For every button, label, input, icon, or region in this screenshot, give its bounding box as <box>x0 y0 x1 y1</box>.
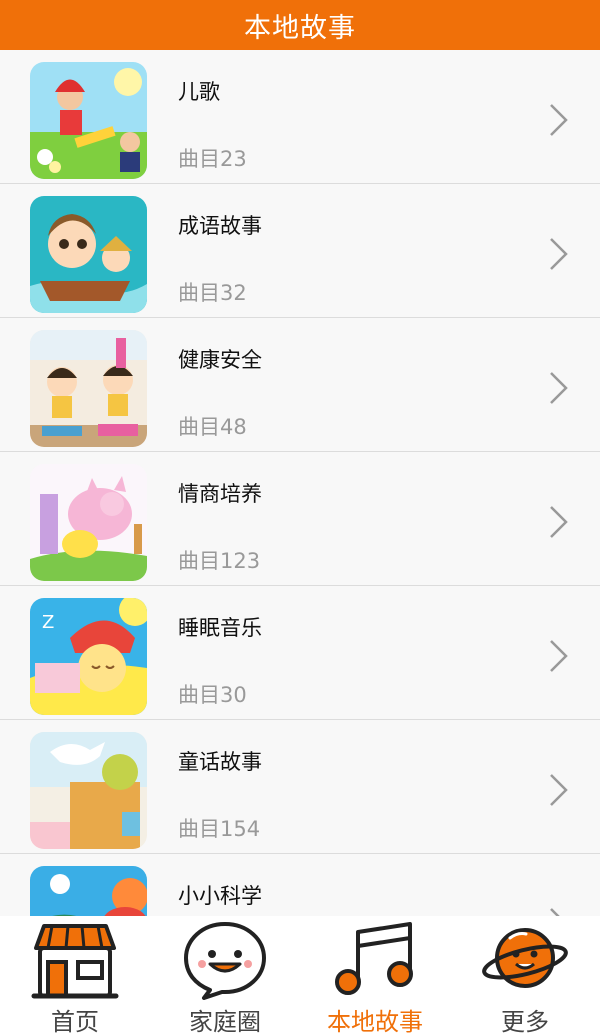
item-count: 曲目23 <box>178 147 247 171</box>
chevron-right-icon <box>550 372 568 404</box>
item-count: 曲目32 <box>178 281 247 305</box>
item-title: 睡眠音乐 <box>178 616 262 640</box>
fairy-tales-thumbnail <box>30 732 147 849</box>
tab-local-stories[interactable]: 本地故事 <box>300 916 450 1033</box>
page-title: 本地故事 <box>244 12 356 44</box>
item-count: 曲目123 <box>178 549 261 573</box>
item-count: 曲目48 <box>178 415 247 439</box>
tab-home[interactable]: 首页 <box>0 916 150 1033</box>
item-count: 曲目154 <box>178 817 261 841</box>
list-item-little-science[interactable]: 小小科学 <box>0 854 600 916</box>
list-item-sleep-music[interactable]: Z 睡眠音乐 曲目30 <box>0 586 600 720</box>
music-note-icon <box>335 922 413 995</box>
home-shop-icon <box>31 924 119 999</box>
story-category-list: 儿歌 曲目23 成语故事 曲目32 健康安全 曲目48 情商培养 曲目123 Z… <box>0 50 600 916</box>
chevron-right-icon <box>550 908 560 916</box>
item-title: 成语故事 <box>178 214 262 238</box>
page-header: 本地故事 <box>0 0 600 50</box>
list-item-songs[interactable]: 儿歌 曲目23 <box>0 50 600 184</box>
list-item-eq-training[interactable]: 情商培养 曲目123 <box>0 452 600 586</box>
songs-thumbnail <box>30 62 147 179</box>
item-title: 情商培养 <box>178 482 262 506</box>
tab-label: 首页 <box>51 1008 99 1033</box>
item-title: 小小科学 <box>178 884 262 908</box>
chevron-right-icon <box>550 104 568 136</box>
smile-chat-icon <box>184 922 266 1000</box>
item-count: 曲目30 <box>178 683 247 707</box>
list-item-idioms[interactable]: 成语故事 曲目32 <box>0 184 600 318</box>
chevron-right-icon <box>550 640 568 672</box>
chevron-right-icon <box>550 506 568 538</box>
tab-label: 更多 <box>501 1008 549 1033</box>
tab-label: 本地故事 <box>327 1008 423 1033</box>
sleep-music-thumbnail: Z <box>30 598 147 715</box>
eq-training-thumbnail <box>30 464 147 581</box>
svg-text:Z: Z <box>42 612 54 633</box>
idioms-thumbnail <box>30 196 147 313</box>
list-item-health-safety[interactable]: 健康安全 曲目48 <box>0 318 600 452</box>
planet-icon <box>482 928 568 988</box>
item-title: 童话故事 <box>178 750 262 774</box>
tab-family-circle[interactable]: 家庭圈 <box>150 916 300 1033</box>
tab-label: 家庭圈 <box>189 1008 261 1033</box>
little-science-thumbnail <box>30 866 147 916</box>
item-title: 儿歌 <box>178 80 220 104</box>
list-item-fairy-tales[interactable]: 童话故事 曲目154 <box>0 720 600 854</box>
item-title: 健康安全 <box>178 348 262 372</box>
bottom-tab-bar: 首页 家庭圈 本地故事 更多 <box>0 916 600 1033</box>
chevron-right-icon <box>550 774 568 806</box>
chevron-right-icon <box>550 238 568 270</box>
health-safety-thumbnail <box>30 330 147 447</box>
tab-more[interactable]: 更多 <box>450 916 600 1033</box>
